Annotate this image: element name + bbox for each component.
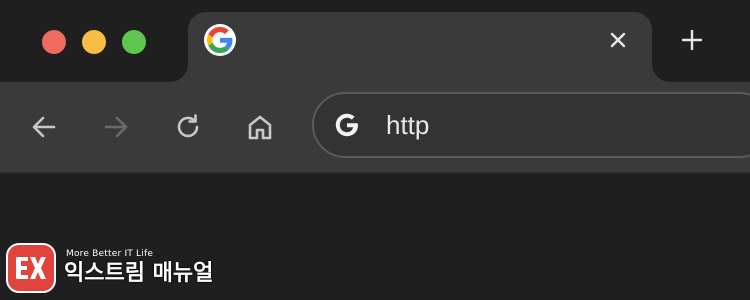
forward-button[interactable] <box>98 109 134 145</box>
watermark-badge-icon <box>6 243 56 293</box>
toolbar: http <box>0 82 750 172</box>
window-minimize-button[interactable] <box>82 30 106 54</box>
active-tab[interactable] <box>188 12 652 82</box>
arrow-right-icon <box>104 116 128 138</box>
back-button[interactable] <box>26 109 62 145</box>
reload-icon <box>177 114 199 138</box>
home-button[interactable] <box>242 109 278 145</box>
watermark-logo: More Better IT Life 익스트림 매뉴얼 <box>6 243 216 295</box>
watermark-name: 익스트림 매뉴얼 <box>64 261 214 286</box>
tab-strip <box>0 0 750 82</box>
plus-icon <box>681 29 703 51</box>
browser-window: http More Better IT Life 익스트림 매뉴얼 <box>0 0 750 300</box>
address-bar[interactable]: http <box>312 92 750 158</box>
new-tab-button[interactable] <box>676 24 708 56</box>
window-close-button[interactable] <box>42 30 66 54</box>
arrow-left-icon <box>32 116 56 138</box>
window-maximize-button[interactable] <box>122 30 146 54</box>
watermark-tagline: More Better IT Life <box>66 249 154 259</box>
google-g-icon <box>332 110 362 140</box>
home-icon <box>248 115 272 140</box>
google-g-icon <box>204 24 236 56</box>
close-icon <box>610 32 626 48</box>
tab-close-button[interactable] <box>604 26 632 54</box>
address-bar-text[interactable]: http <box>386 110 429 140</box>
reload-button[interactable] <box>170 109 206 145</box>
